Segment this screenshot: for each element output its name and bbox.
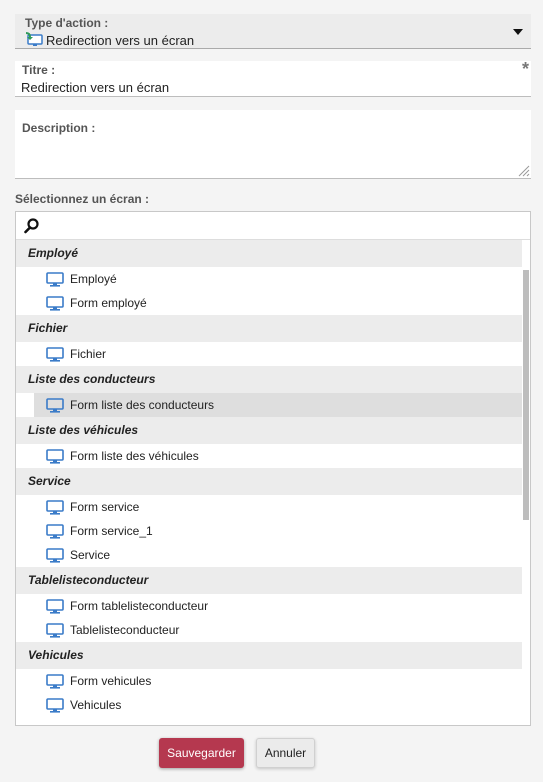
monitor-icon [46, 547, 64, 563]
list-item-label: Form service_1 [70, 524, 153, 538]
title-field[interactable]: Titre : Redirection vers un écran * [15, 59, 531, 97]
group-header: Tablelisteconducteur [16, 567, 524, 594]
list-item[interactable]: Service [16, 543, 524, 567]
monitor-icon [46, 346, 64, 362]
list-item-label: Form employé [70, 296, 147, 310]
list-item[interactable]: Form tablelisteconducteur [16, 594, 524, 618]
monitor-icon [46, 622, 64, 638]
search-icon [24, 218, 39, 234]
screen-redirect-icon [25, 31, 43, 50]
screen-list-content: Employé Employé Form employé Fichier Fichier… [16, 240, 524, 717]
list-item-label: Vehicules [70, 698, 122, 712]
list-item-label: Service [70, 548, 111, 562]
group-header: Fichier [16, 315, 524, 342]
list-item[interactable]: Form employé [16, 291, 524, 315]
list-item[interactable]: Fichier [16, 342, 524, 366]
action-type-text: Redirection vers un écran [46, 33, 195, 48]
list-item-label: Form service [70, 500, 140, 514]
list-item[interactable]: Form vehicules [16, 669, 524, 693]
list-item[interactable]: Form service_1 [16, 519, 524, 543]
chevron-down-icon[interactable] [513, 29, 523, 35]
list-item[interactable]: Form service [16, 495, 524, 519]
save-button[interactable]: Sauvegarder [159, 738, 244, 768]
monitor-icon [46, 673, 64, 689]
monitor-icon [46, 598, 64, 614]
cancel-button[interactable]: Annuler [256, 738, 315, 768]
group-header: Liste des conducteurs [16, 366, 524, 393]
action-type-label: Type d'action : [25, 16, 109, 30]
list-item[interactable]: Form liste des conducteurs [34, 393, 524, 417]
title-value[interactable]: Redirection vers un écran [21, 80, 169, 95]
monitor-icon [46, 397, 64, 413]
monitor-icon [46, 271, 64, 287]
screen-select-label: Sélectionnez un écran : [15, 192, 150, 206]
action-type-value: Redirection vers un écran [25, 31, 194, 50]
group-header: Vehicules [16, 642, 524, 669]
description-label: Description : [22, 121, 96, 135]
list-item-label: Fichier [70, 347, 107, 361]
list-item[interactable]: Employé [16, 267, 524, 291]
group-header: Employé [16, 240, 524, 267]
monitor-icon [46, 697, 64, 713]
group-header: Liste des véhicules [16, 417, 524, 444]
list-item-label: Form liste des conducteurs [70, 398, 215, 412]
scrollbar-thumb[interactable] [523, 270, 529, 520]
required-icon: * [521, 59, 529, 79]
list-item[interactable]: Tablelisteconducteur [16, 618, 524, 642]
title-label: Titre : [22, 63, 56, 77]
monitor-icon [46, 295, 64, 311]
list-item[interactable]: Vehicules [16, 693, 524, 717]
screen-list[interactable]: Employé Employé Form employé Fichier Fichier… [15, 211, 531, 726]
list-item-label: Form liste des véhicules [70, 449, 199, 463]
list-item[interactable]: Form liste des véhicules [16, 444, 524, 468]
group-header: Service [16, 468, 524, 495]
list-item-label: Form vehicules [70, 674, 152, 688]
action-type-select[interactable]: Type d'action : Redirection vers un écra… [15, 14, 531, 49]
resize-grip-icon[interactable] [517, 164, 530, 177]
screen-search[interactable] [16, 212, 530, 240]
monitor-icon [46, 499, 64, 515]
monitor-icon [46, 523, 64, 539]
list-item-label: Form tablelisteconducteur [70, 599, 209, 613]
list-item-label: Employé [70, 272, 117, 286]
monitor-icon [46, 448, 64, 464]
list-item-label: Tablelisteconducteur [70, 623, 180, 637]
description-field[interactable]: Description : [15, 110, 531, 179]
